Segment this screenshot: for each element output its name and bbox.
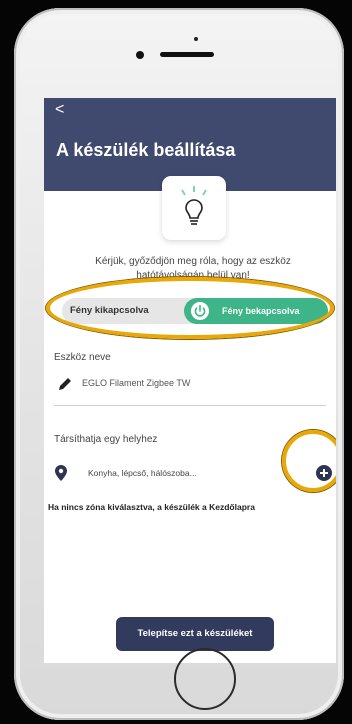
front-camera (136, 51, 144, 59)
sensor-dot (194, 37, 198, 41)
lightbulb-card (162, 176, 226, 240)
device-name-label: Eszköz neve (54, 352, 111, 363)
room-input[interactable]: Konyha, lépcső, hálószoba... (88, 468, 197, 478)
home-button[interactable] (174, 648, 236, 710)
room-label: Társíthatja egy helyhez (54, 434, 158, 445)
pencil-icon[interactable] (57, 376, 73, 392)
phone-frame: < A készülék beállítása Kérjük, győződjö… (14, 8, 344, 720)
toggle-highlight-annotation (46, 277, 334, 339)
lightbulb-icon (181, 186, 207, 225)
device-name-field[interactable]: EGLO Filament Zigbee TW (82, 378, 190, 388)
add-highlight-annotation (282, 430, 336, 492)
divider (54, 405, 326, 406)
back-button[interactable]: < (55, 100, 64, 120)
app-screen: < A készülék beállítása Kérjük, győződjö… (44, 98, 336, 663)
zone-hint: Ha nincs zóna kiválasztva, a készülék a … (48, 502, 255, 512)
install-device-button[interactable]: Telepítse ezt a készüléket (116, 617, 274, 651)
location-pin-icon (55, 465, 67, 481)
page-title: A készülék beállítása (56, 140, 236, 160)
earpiece-speaker (160, 52, 214, 57)
